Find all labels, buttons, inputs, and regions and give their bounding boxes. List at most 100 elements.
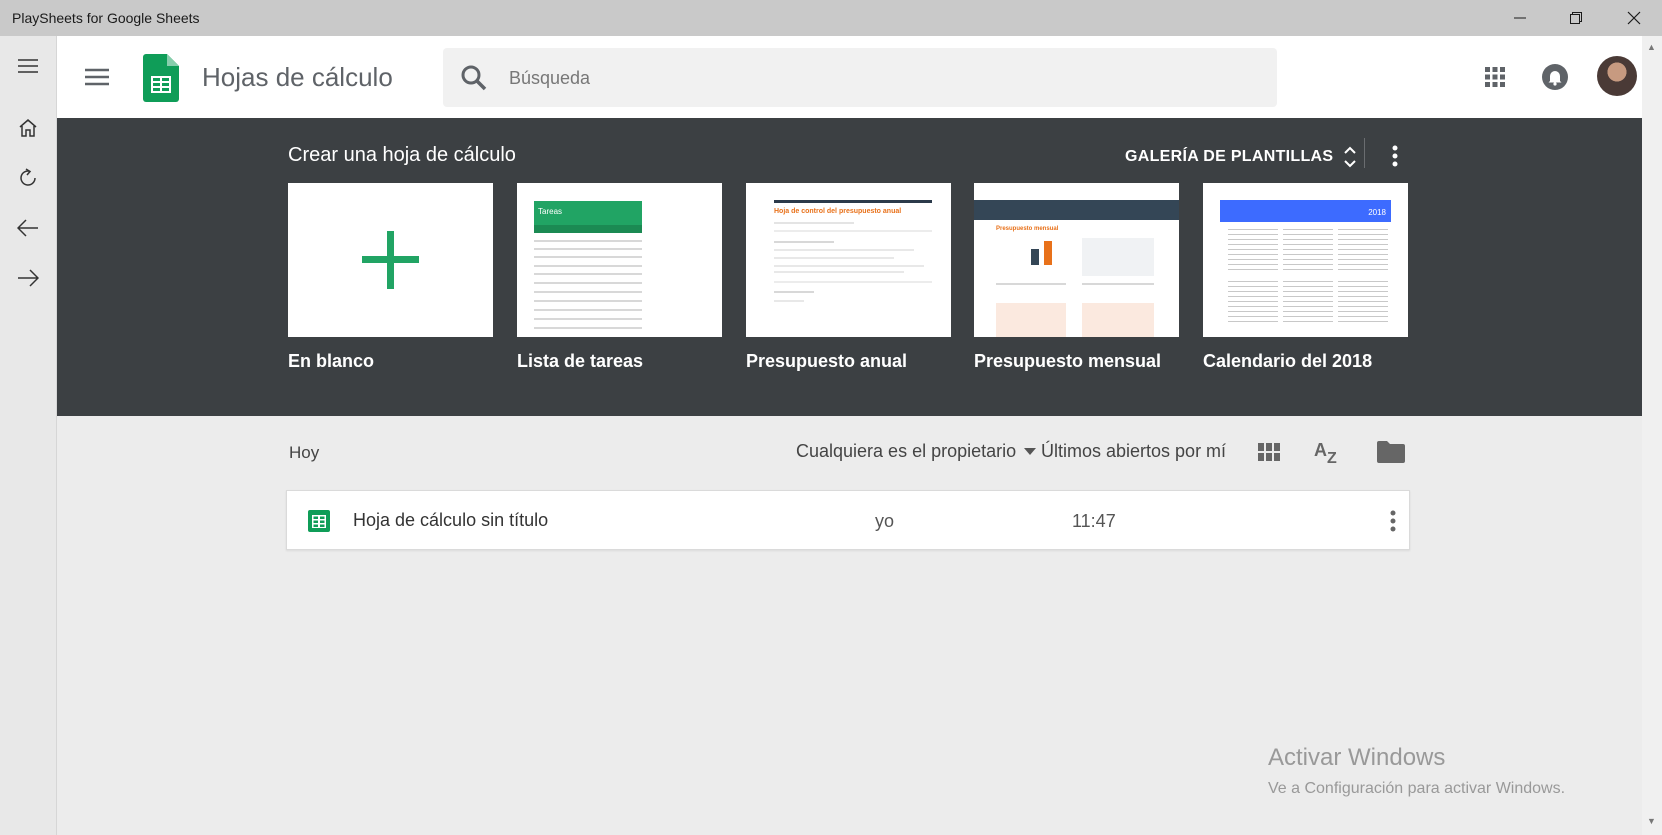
more-vert-icon [1392, 145, 1398, 167]
svg-text:Z: Z [1327, 450, 1337, 465]
watermark-subtitle: Ve a Configuración para activar Windows. [1268, 780, 1566, 797]
search-bar[interactable] [443, 48, 1277, 107]
file-last-opened: 11:47 [1072, 511, 1116, 531]
sort-order-button[interactable]: Últimos abiertos por mí [1041, 441, 1226, 462]
refresh-icon [20, 168, 36, 186]
main-menu-button[interactable] [79, 59, 115, 95]
thumb-month-grid [1338, 281, 1388, 326]
template-gallery-button[interactable]: GALERÍA DE PLANTILLAS [1125, 142, 1357, 172]
file-name: Hoja de cálculo sin título [353, 510, 549, 530]
windows-activation-watermark: Activar Windows Ve a Configuración para … [1268, 744, 1565, 798]
window-title-bar: PlaySheets for Google Sheets [0, 0, 1662, 36]
owner-filter-dropdown[interactable]: Cualquiera es el propietario [796, 441, 1037, 462]
template-calendar-2018[interactable]: 2018 Calendario del 2018 [1203, 183, 1408, 372]
template-blank[interactable]: En blanco [288, 183, 493, 372]
sort-az-button[interactable]: A Z [1310, 434, 1346, 470]
vertical-scrollbar[interactable]: ▲ ▼ [1642, 36, 1662, 835]
rail-back-button[interactable] [10, 210, 46, 246]
watermark-title: Activar Windows [1268, 744, 1446, 771]
arrow-left-icon [17, 219, 38, 237]
open-folder-button[interactable] [1373, 434, 1409, 470]
window-title: PlaySheets for Google Sheets [12, 10, 200, 26]
rail-home-button[interactable] [10, 110, 46, 146]
thumb-bar-orange [1044, 241, 1052, 265]
scroll-up-icon[interactable]: ▲ [1647, 42, 1656, 52]
thumb-top-rule [774, 200, 932, 203]
app-title: Hojas de cálculo [202, 62, 393, 92]
grid-view-button[interactable] [1251, 434, 1287, 470]
user-avatar[interactable] [1597, 56, 1637, 96]
search-icon [459, 63, 489, 98]
sheets-logo-icon [143, 54, 179, 102]
thumb-header-text: 2018 [1368, 208, 1386, 217]
thumb-header-bar: Tareas [534, 201, 642, 225]
template-label: Calendario del 2018 [1203, 351, 1373, 371]
thumb-month-grid [1228, 229, 1278, 274]
owner-filter-label: Cualquiera es el propietario [796, 441, 1017, 461]
apps-grid-icon [1485, 67, 1505, 87]
scroll-down-icon[interactable]: ▼ [1647, 816, 1656, 826]
thumb-header-text: Hoja de control del presupuesto anual [774, 208, 902, 215]
navigation-rail [0, 36, 57, 835]
template-annual-budget[interactable]: Hoja de control del presupuesto anual Pr… [746, 183, 951, 372]
template-label: Presupuesto anual [746, 351, 908, 371]
template-label: En blanco [288, 351, 375, 371]
thumb-summary-box [1082, 238, 1154, 276]
bell-icon [1542, 64, 1568, 90]
grid-view-icon [1258, 443, 1280, 461]
rail-refresh-button[interactable] [10, 160, 46, 196]
thumb-header-bar: 2018 [1220, 200, 1391, 222]
more-vert-icon [1390, 510, 1396, 532]
thumb-month-grid [1283, 281, 1333, 326]
template-thumbnail[interactable]: Presupuesto mensual [974, 183, 1179, 337]
template-label: Presupuesto mensual [974, 351, 1162, 371]
file-owner: yo [875, 511, 895, 531]
restore-icon [1570, 12, 1582, 24]
template-thumbnail[interactable]: Hoja de control del presupuesto anual [746, 183, 951, 337]
close-button[interactable] [1606, 0, 1662, 36]
thumb-month-grid [1228, 281, 1278, 326]
template-thumbnail[interactable]: Tareas [517, 183, 722, 337]
notifications-button[interactable] [1537, 59, 1573, 95]
thumb-header-text: Tareas [538, 207, 563, 216]
thumb-income-table [1082, 303, 1154, 337]
thumb-expense-table [996, 303, 1066, 337]
template-gallery-label: GALERÍA DE PLANTILLAS [1125, 148, 1334, 165]
sort-az-icon: A Z [1314, 440, 1337, 465]
home-icon [19, 119, 37, 137]
recent-section-label: Hoy [289, 443, 320, 462]
band-divider [1364, 138, 1365, 168]
plus-icon [362, 231, 419, 289]
template-monthly-budget[interactable]: Presupuesto mensual Presupuesto mensual [974, 183, 1179, 372]
arrow-right-icon [18, 269, 39, 287]
thumb-bar-dark [1031, 249, 1039, 265]
file-row[interactable]: Hoja de cálculo sin título yo 11:47 [286, 490, 1410, 550]
hamburger-icon [85, 68, 109, 86]
svg-text:A: A [1314, 440, 1327, 460]
minimize-button[interactable] [1492, 0, 1548, 36]
dropdown-arrow-icon [1024, 447, 1037, 455]
template-thumbnail[interactable] [288, 183, 493, 337]
thumb-month-grid [1338, 229, 1388, 274]
rail-forward-button[interactable] [10, 260, 46, 296]
thumb-header-bar [974, 200, 1179, 220]
close-icon [1627, 11, 1641, 25]
thumb-column-bar [534, 225, 642, 233]
expand-collapse-icon [1344, 146, 1357, 168]
minimize-icon [1514, 17, 1526, 19]
rail-menu-button[interactable] [10, 48, 46, 84]
create-sheet-title: Crear una hoja de cálculo [288, 144, 516, 166]
search-input[interactable] [509, 62, 1249, 94]
thumb-header-text: Presupuesto mensual [996, 226, 1059, 232]
restore-button[interactable] [1548, 0, 1604, 36]
template-label: Lista de tareas [517, 351, 644, 371]
template-task-list[interactable]: Tareas Lista de tareas [517, 183, 722, 372]
template-more-button[interactable] [1383, 140, 1407, 172]
apps-button[interactable] [1477, 59, 1513, 95]
file-more-button[interactable] [1381, 505, 1405, 537]
thumb-month-grid [1283, 229, 1333, 274]
template-thumbnail[interactable]: 2018 [1203, 183, 1408, 337]
folder-icon [1377, 441, 1405, 463]
app-header: Hojas de cálculo [57, 36, 1642, 118]
sheets-logo[interactable] [143, 54, 179, 107]
